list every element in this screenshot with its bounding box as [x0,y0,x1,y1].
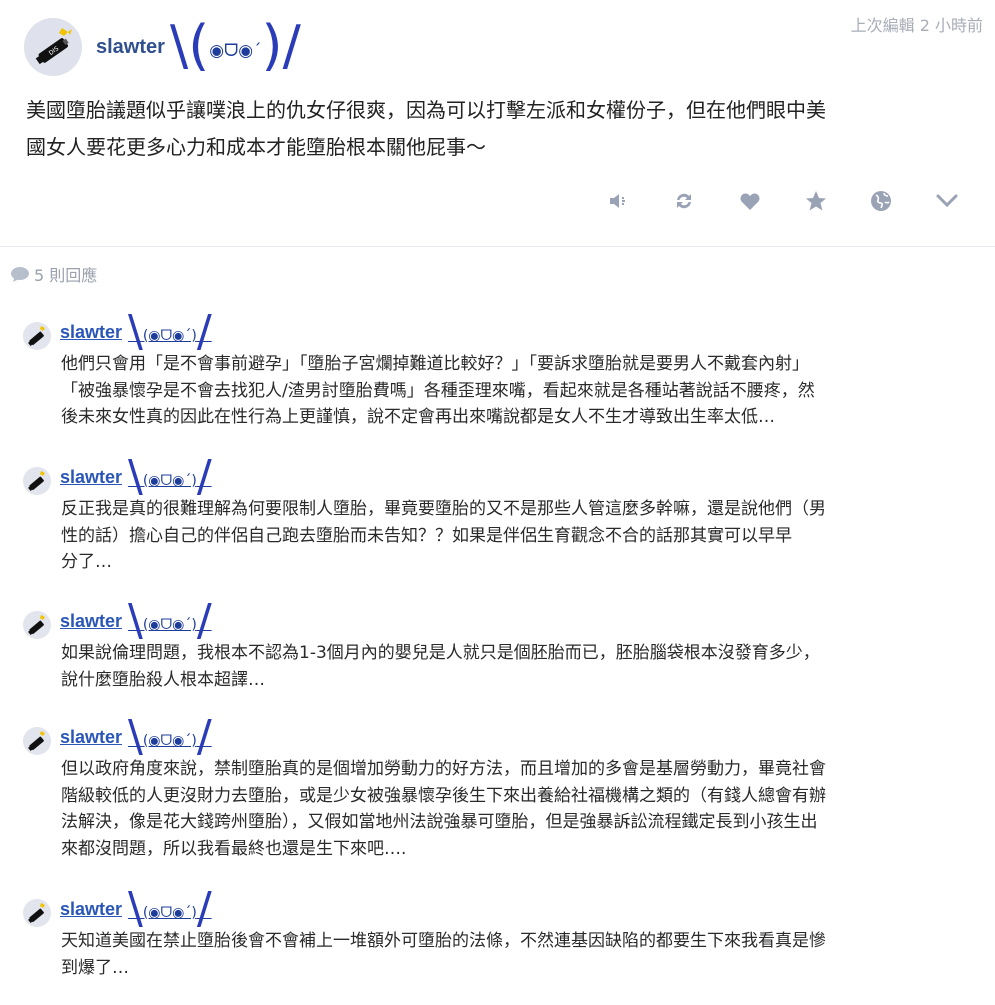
post-content: 美國墮胎議題似乎讓噗浪上的仇女仔很爽，因為可以打擊左派和女權份子，但在他們眼中美… [26,92,971,166]
reply-content-line: 天知道美國在禁止墮胎後會不會補上一堆額外可墮胎的法條，不然連基因缺陷的都要生下來… [61,931,826,951]
reply-content-line: 反正我是真的很難理解為何要限制人墮胎，畢竟要墮胎的又不是那些人管這麼多幹嘛，還是… [61,499,826,519]
reply-content-line: 到爆了… [61,957,129,978]
replurk-icon[interactable] [669,186,699,216]
reply-content-line: 法解決，像是花大錢跨州墮胎），又假如當地州法說強暴可墮胎，但是強暴訴訟流程鐵定長… [61,812,818,832]
avatar[interactable] [23,727,51,755]
reply-author-emoticon: \(◉ᗜ◉´)/ [128,883,212,934]
reply-content-line: 分了… [61,552,112,572]
reply-content-line: 如果說倫理問題，我根本不認為1-3個月內的嬰兒是人就只是個胚胎而已，胚胎腦袋根本… [61,643,820,663]
favorite-icon[interactable] [801,186,831,216]
globe-icon[interactable] [866,186,896,216]
post-content-line: 美國墮胎議題似乎讓噗浪上的仇女仔很爽，因為可以打擊左派和女權份子，但在他們眼中美 [26,98,826,122]
post-content-line: 國女人要花更多心力和成本才能墮胎根本關他屁事～ [26,135,486,159]
reply-content: 反正我是真的很難理解為何要限制人墮胎，畢竟要墮胎的又不是那些人管這麼多幹嘛，還是… [61,496,971,576]
avatar[interactable] [23,899,51,927]
mute-icon[interactable] [604,186,634,216]
reply-content: 如果說倫理問題，我根本不認為1-3個月內的嬰兒是人就只是個胚胎而已，胚胎腦袋根本… [61,640,971,693]
response-count-label: 5 則回應 [34,266,98,285]
author-emoticon: \(◉ᗜ◉´)/ [170,14,301,77]
reply-content: 但以政府角度來說，禁制墮胎真的是個增加勞動力的好方法，而且增加的多會是基層勞動力… [61,756,971,862]
reply-content-line: 後未來女性真的因此在性行為上更謹慎，說不定會再出來嘴說都是女人不生才導致出生率太… [61,407,775,427]
reply-author-name[interactable]: slawter [60,899,122,920]
reply-author-emoticon: \(◉ᗜ◉´)/ [128,595,212,646]
reply-author-emoticon: \(◉ᗜ◉´)/ [128,711,212,762]
reply-author-emoticon: \(◉ᗜ◉´)/ [128,306,212,357]
reply-content-line: 來都沒問題，所以我看最終也還是生下來吧…. [61,838,407,859]
avatar-image-icon: DIS [24,18,82,76]
avatar[interactable]: DIS [24,18,82,76]
reply-author-emoticon: \(◉ᗜ◉´)/ [128,451,212,502]
reply-content: 天知道美國在禁止墮胎後會不會補上一堆額外可墮胎的法條，不然連基因缺陷的都要生下來… [61,928,971,981]
reply-content-line: 性的話）擔心自己的伴侶自己跑去墮胎而未告知？？如果是伴侶生育觀念不合的話那其實可… [61,525,792,546]
author-name[interactable]: slawter [96,36,165,59]
chevron-down-icon[interactable] [932,186,962,216]
response-count[interactable]: 5 則回應 [10,262,97,287]
reply-author-name[interactable]: slawter [60,727,122,748]
plurk-post: DIS slawter \(◉ᗜ◉´)/ 上次編輯 2 小時前 美國墮胎議題似乎… [0,0,995,247]
like-icon[interactable] [735,186,765,216]
avatar[interactable] [23,611,51,639]
speech-bubble-icon [10,266,30,287]
reply-content-line: 他們只會用「是不會事前避孕」「墮胎子宮爛掉難道比較好？」「要訴求墮胎就是要男人不… [61,354,809,374]
reply-content-line: 階級較低的人更沒財力去墮胎，或是少女被強暴懷孕後生下來出養給社福機構之類的（有錢… [61,785,826,806]
reply-content-line: 說什麼墮胎殺人根本超譯… [61,669,265,690]
reply-author-name[interactable]: slawter [60,611,122,632]
avatar[interactable] [23,467,51,495]
reply-content: 他們只會用「是不會事前避孕」「墮胎子宮爛掉難道比較好？」「要訴求墮胎就是要男人不… [61,351,971,431]
reply-author-name[interactable]: slawter [60,467,122,488]
edit-timestamp: 上次編輯 2 小時前 [850,16,983,35]
reply-author-name[interactable]: slawter [60,322,122,343]
avatar[interactable] [23,322,51,350]
reply-content-line: 「被強暴懷孕是不會去找犯人/渣男討墮胎費嗎」各種歪理來嘴，看起來就是各種站著說話… [61,380,815,401]
reply-content-line: 但以政府角度來說，禁制墮胎真的是個增加勞動力的好方法，而且增加的多會是基層勞動力… [61,759,826,779]
